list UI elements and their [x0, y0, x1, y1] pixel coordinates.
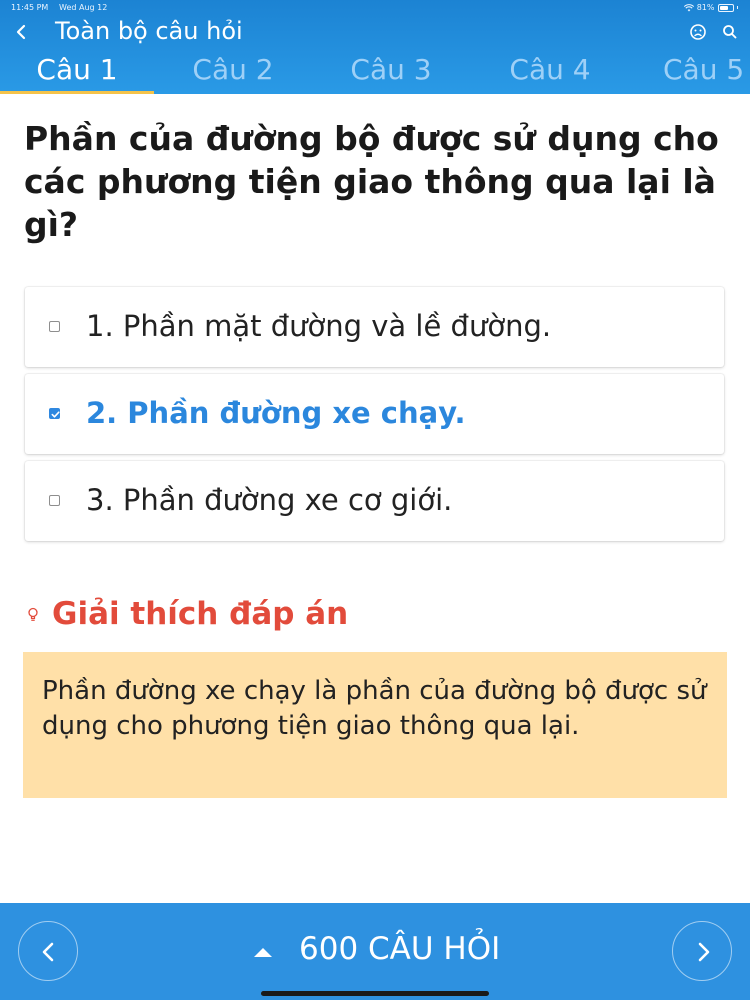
lightbulb-icon	[28, 607, 38, 621]
battery-fill	[719, 5, 728, 10]
face-icon[interactable]	[688, 22, 708, 42]
answer-checkbox-2[interactable]	[49, 408, 60, 419]
answer-label-2: 2. Phần đường xe chạy.	[86, 396, 466, 430]
tab-cau-2[interactable]: Câu 2	[153, 53, 313, 86]
page-title: Toàn bộ câu hỏi	[55, 17, 243, 45]
back-chevron-icon[interactable]	[10, 19, 34, 45]
home-indicator	[261, 991, 489, 996]
tab-cau-1[interactable]: Câu 1	[0, 53, 157, 86]
answer-checkbox-3[interactable]	[49, 495, 60, 506]
tab-cau-5[interactable]: Câu 5	[629, 53, 750, 86]
screen: 11:45 PM Wed Aug 12 81% Toàn bộ câu hỏi	[0, 0, 750, 1000]
battery-percent: 81%	[696, 3, 715, 12]
question-tabs: Câu 1 Câu 2 Câu 3 Câu 4 Câu 5	[0, 50, 750, 94]
explanation-box: Phần đường xe chạy là phần của đường bộ …	[23, 652, 727, 798]
explanation-title: Giải thích đáp án	[52, 596, 349, 632]
title-bar: Toàn bộ câu hỏi	[0, 16, 750, 50]
chevron-right-icon	[698, 942, 710, 962]
caret-up-icon	[254, 948, 272, 957]
search-icon[interactable]	[720, 22, 740, 42]
status-right: 81%	[683, 3, 738, 12]
chevron-left-icon	[42, 942, 54, 962]
answer-option-2[interactable]: 2. Phần đường xe chạy.	[25, 374, 724, 454]
status-bar: 11:45 PM Wed Aug 12 81%	[0, 0, 750, 16]
battery-icon	[717, 3, 734, 12]
answer-option-1[interactable]: 1. Phần mặt đường và lề đường.	[25, 287, 724, 367]
active-tab-indicator	[0, 91, 154, 94]
app-header: 11:45 PM Wed Aug 12 81% Toàn bộ câu hỏi	[0, 0, 750, 94]
checkmark-icon	[51, 411, 60, 418]
question-text: Phần của đường bộ được sử dụng cho các p…	[24, 119, 719, 244]
tab-cau-4[interactable]: Câu 4	[470, 53, 630, 86]
answer-label-3: 3. Phần đường xe cơ giới.	[86, 483, 453, 517]
bottom-bar: 600 CÂU HỎI	[0, 903, 750, 1000]
status-time: 11:45 PM	[11, 3, 49, 12]
previous-question-button[interactable]	[18, 921, 78, 981]
next-question-button[interactable]	[672, 921, 732, 981]
answer-option-3[interactable]: 3. Phần đường xe cơ giới.	[25, 461, 724, 541]
battery-tip	[736, 6, 738, 9]
answer-checkbox-1[interactable]	[49, 321, 60, 332]
answer-label-1: 1. Phần mặt đường và lề đường.	[86, 309, 552, 343]
question-count-label: 600 CÂU HỎI	[299, 931, 501, 967]
wifi-icon	[683, 3, 694, 11]
explanation-text: Phần đường xe chạy là phần của đường bộ …	[42, 676, 707, 741]
status-date: Wed Aug 12	[59, 3, 108, 12]
tab-cau-3[interactable]: Câu 3	[311, 53, 471, 86]
